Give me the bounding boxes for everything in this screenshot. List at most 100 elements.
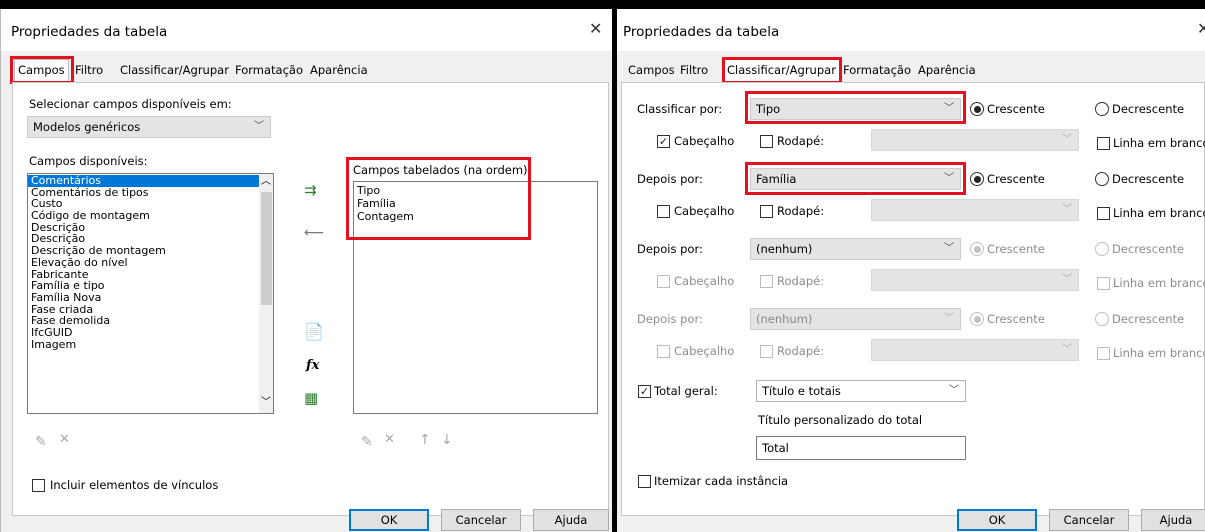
tab-filter[interactable]: Filtro: [72, 61, 106, 82]
descending-radio[interactable]: [1095, 312, 1109, 326]
header-checkbox[interactable]: ✓: [657, 135, 670, 148]
grand-total-value: Título e totais: [762, 384, 841, 398]
tab-strip: Campos Filtro Classificar/Agrupar Format…: [14, 59, 374, 82]
list-item[interactable]: Elevação do nível: [28, 256, 260, 269]
footer-select[interactable]: ﹀: [871, 129, 1079, 151]
blank-line-checkbox[interactable]: [1097, 277, 1110, 290]
delete-scheduled-parameter-icon[interactable]: ✕: [384, 433, 395, 446]
tab-fields[interactable]: Campos: [14, 59, 69, 82]
help-button[interactable]: Ajuda: [1141, 509, 1205, 531]
edit-parameter-icon[interactable]: ✎: [35, 435, 47, 449]
include-links-checkbox[interactable]: [32, 479, 45, 492]
close-icon[interactable]: ✕: [1197, 21, 1205, 37]
blank-line-label: Linha em branco: [1113, 136, 1205, 150]
sort-by-label: Depois por:: [637, 242, 703, 256]
available-fields-list[interactable]: Comentários Comentários de tipos Custo Códi…: [27, 173, 274, 414]
header-label: Cabeçalho: [674, 274, 735, 288]
descending-label: Decrescente: [1112, 102, 1185, 116]
tab-sorting-grouping[interactable]: Classificar/Agrupar: [117, 61, 232, 82]
tab-fields[interactable]: Campos: [625, 61, 678, 82]
footer-checkbox[interactable]: [760, 205, 773, 218]
custom-total-input[interactable]: Total: [756, 436, 966, 460]
footer-select[interactable]: ﹀: [871, 339, 1079, 361]
blank-line-label: Linha em branco: [1113, 276, 1205, 290]
chevron-down-icon: ﹀: [944, 103, 954, 114]
blank-line-checkbox[interactable]: [1097, 207, 1110, 220]
ok-button[interactable]: OK: [957, 509, 1037, 531]
close-icon[interactable]: ✕: [589, 21, 602, 37]
new-parameter-icon[interactable]: 📄: [304, 324, 324, 340]
ascending-radio[interactable]: [970, 102, 984, 116]
title-bar: Propriedades da tabela ✕: [1, 9, 612, 51]
header-checkbox[interactable]: [657, 205, 670, 218]
vertical-scrollbar[interactable]: ︿ ﹀: [259, 174, 273, 413]
scroll-down-icon[interactable]: ﹀: [261, 398, 271, 408]
blank-line-checkbox[interactable]: [1097, 137, 1110, 150]
header-checkbox[interactable]: [657, 345, 670, 358]
ascending-radio[interactable]: [970, 172, 984, 186]
cancel-button[interactable]: Cancelar: [441, 509, 521, 531]
blank-line-checkbox[interactable]: [1097, 347, 1110, 360]
title-bar: Propriedades da tabela ✕: [617, 9, 1205, 51]
header-checkbox[interactable]: [657, 275, 670, 288]
help-button[interactable]: Ajuda: [533, 509, 609, 531]
cancel-button[interactable]: Cancelar: [1049, 509, 1129, 531]
sort-field-select[interactable]: (nenhum) ﹀: [750, 238, 961, 260]
calculated-value-icon[interactable]: fx: [306, 359, 319, 372]
grand-total-checkbox[interactable]: ✓: [638, 385, 651, 398]
tab-appearance[interactable]: Aparência: [915, 61, 979, 82]
ascending-label: Crescente: [987, 102, 1045, 116]
edit-scheduled-parameter-icon[interactable]: ✎: [361, 435, 373, 449]
list-item[interactable]: Família Nova: [28, 292, 260, 304]
source-category-select[interactable]: Modelos genéricos ﹀: [27, 116, 271, 138]
ok-button[interactable]: OK: [349, 509, 429, 531]
add-field-icon[interactable]: ⇉: [304, 183, 317, 198]
footer-select[interactable]: ﹀: [871, 269, 1079, 291]
descending-label: Decrescente: [1112, 172, 1185, 186]
header-label: Cabeçalho: [674, 134, 735, 148]
move-down-icon[interactable]: ↓: [441, 433, 453, 447]
ascending-radio[interactable]: [970, 242, 984, 256]
chevron-down-icon: ﹀: [944, 173, 954, 184]
tab-filter[interactable]: Filtro: [677, 61, 711, 82]
itemize-checkbox[interactable]: [638, 475, 651, 488]
list-item[interactable]: Comentários: [28, 175, 260, 187]
sort-by-label: Depois por:: [637, 172, 703, 186]
list-item[interactable]: Comentários de tipos: [28, 186, 260, 199]
table-properties-dialog-sorting: Propriedades da tabela ✕ Campos Filtro C…: [617, 9, 1205, 532]
move-up-icon[interactable]: ↑: [419, 433, 431, 447]
footer-select[interactable]: ﹀: [871, 199, 1079, 221]
scroll-up-icon[interactable]: ︿: [261, 177, 271, 187]
sort-field-value: Tipo: [756, 102, 781, 116]
footer-checkbox[interactable]: [760, 135, 773, 148]
delete-parameter-icon[interactable]: ✕: [59, 433, 70, 446]
table-properties-dialog-fields: Propriedades da tabela ✕ Campos Filtro C…: [0, 9, 612, 532]
sort-field-select[interactable]: Família ﹀: [750, 168, 961, 190]
sort-field-select[interactable]: Tipo ﹀: [750, 98, 961, 120]
list-item[interactable]: Imagem: [28, 338, 260, 351]
footer-label: Rodapé:: [777, 274, 825, 288]
list-item[interactable]: Contagem: [354, 211, 594, 224]
descending-radio[interactable]: [1095, 172, 1109, 186]
footer-checkbox[interactable]: [760, 345, 773, 358]
remove-field-icon[interactable]: ⟵: [304, 226, 324, 240]
sort-field-select[interactable]: (nenhum) ﹀: [750, 308, 961, 330]
blank-line-label: Linha em branco: [1113, 346, 1205, 360]
tab-sorting-grouping[interactable]: Classificar/Agrupar: [723, 59, 840, 82]
list-item[interactable]: IfcGUID: [28, 327, 260, 339]
available-fields-label: Campos disponíveis:: [29, 154, 148, 168]
descending-radio[interactable]: [1095, 242, 1109, 256]
list-item[interactable]: Código de montagem: [28, 210, 260, 222]
tab-formatting[interactable]: Formatação: [840, 61, 914, 82]
tab-appearance[interactable]: Aparência: [307, 61, 371, 82]
combine-parameters-icon[interactable]: ▦: [304, 391, 318, 406]
ascending-radio[interactable]: [970, 312, 984, 326]
chevron-down-icon: ﹀: [944, 243, 954, 254]
grand-total-select[interactable]: Título e totais ﹀: [756, 380, 966, 402]
chevron-down-icon: ﹀: [944, 313, 954, 324]
scrollbar-thumb[interactable]: [261, 192, 272, 305]
tab-formatting[interactable]: Formatação: [232, 61, 306, 82]
descending-radio[interactable]: [1095, 102, 1109, 116]
footer-checkbox[interactable]: [760, 275, 773, 288]
scheduled-fields-list[interactable]: Tipo Família Contagem: [353, 181, 598, 414]
